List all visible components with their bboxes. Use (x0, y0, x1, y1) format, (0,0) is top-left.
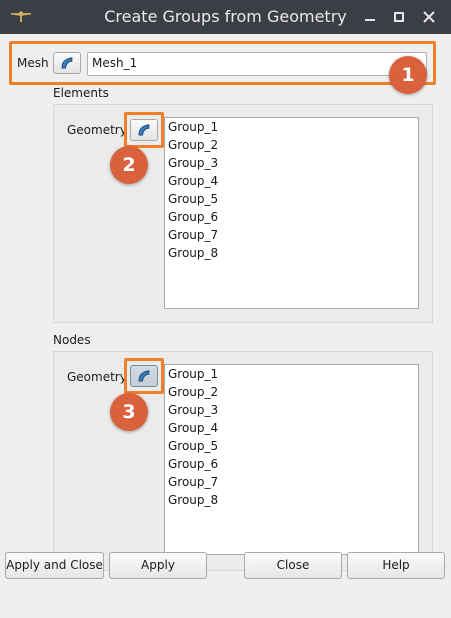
nodes-geometry-label: Geometry (67, 370, 127, 384)
nodes-geometry-list[interactable]: Group_1 Group_2 Group_3 Group_4 Group_5 … (164, 364, 419, 555)
minimize-button[interactable] (361, 8, 379, 26)
highlight-box-1 (9, 41, 436, 85)
list-item[interactable]: Group_8 (165, 491, 418, 509)
window-title: Create Groups from Geometry (104, 7, 347, 26)
list-item[interactable]: Group_4 (165, 172, 418, 190)
list-item[interactable]: Group_8 (165, 244, 418, 262)
list-item[interactable]: Group_1 (165, 365, 418, 383)
highlight-box-3 (124, 358, 164, 394)
nodes-section-title: Nodes (53, 333, 91, 347)
elements-geometry-list[interactable]: Group_1 Group_2 Group_3 Group_4 Group_5 … (164, 117, 419, 309)
annotation-badge-2: 2 (110, 146, 148, 184)
maximize-button[interactable] (390, 8, 408, 26)
list-item[interactable]: Group_6 (165, 455, 418, 473)
annotation-badge-1: 1 (389, 56, 427, 94)
list-item[interactable]: Group_5 (165, 190, 418, 208)
elements-geometry-label: Geometry (67, 123, 127, 137)
list-item[interactable]: Group_7 (165, 226, 418, 244)
list-item[interactable]: Group_7 (165, 473, 418, 491)
close-button[interactable]: Close (244, 552, 342, 579)
maximize-icon (394, 12, 404, 22)
list-item[interactable]: Group_3 (165, 154, 418, 172)
list-item[interactable]: Group_3 (165, 401, 418, 419)
apply-and-close-button[interactable]: Apply and Close (5, 552, 104, 579)
list-item[interactable]: Group_5 (165, 437, 418, 455)
title-bar: Create Groups from Geometry (0, 0, 451, 34)
close-icon (423, 11, 435, 23)
list-item[interactable]: Group_2 (165, 136, 418, 154)
apply-button[interactable]: Apply (109, 552, 207, 579)
list-item[interactable]: Group_1 (165, 118, 418, 136)
elements-section-title: Elements (53, 86, 109, 100)
dialog-body: Mesh Mesh_1 1 Elements Geometry 2 Group_… (0, 34, 451, 618)
list-item[interactable]: Group_6 (165, 208, 418, 226)
close-window-button[interactable] (420, 8, 438, 26)
minimize-icon (365, 19, 375, 21)
highlight-box-2 (124, 112, 164, 148)
annotation-badge-3: 3 (110, 393, 148, 431)
list-item[interactable]: Group_4 (165, 419, 418, 437)
help-button[interactable]: Help (347, 552, 445, 579)
list-item[interactable]: Group_2 (165, 383, 418, 401)
